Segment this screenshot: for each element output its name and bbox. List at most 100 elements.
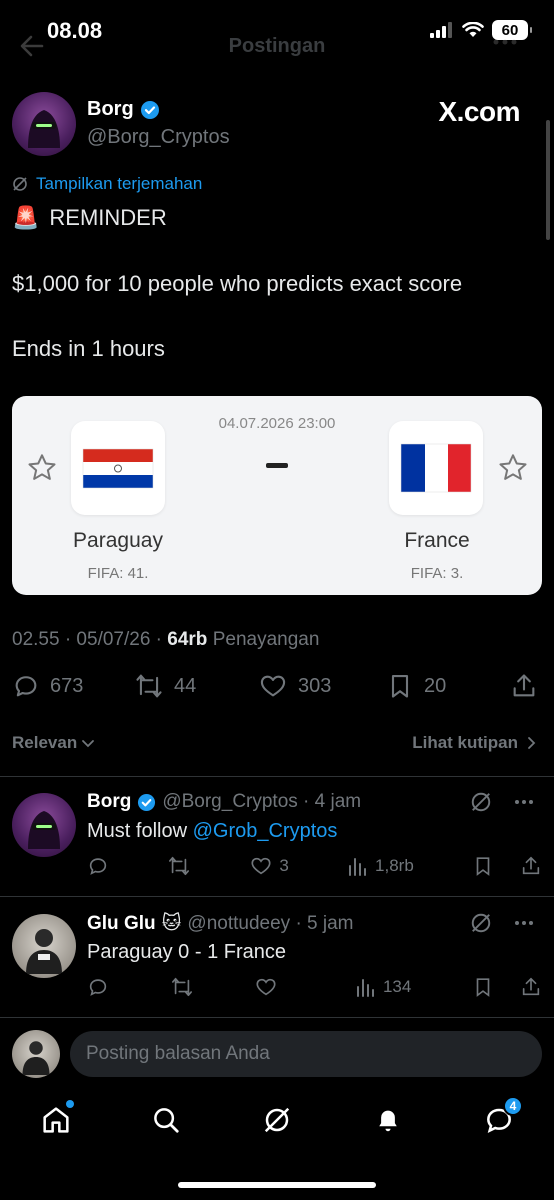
like-button[interactable]: 303 [258, 672, 331, 700]
reply-right-actions [472, 976, 542, 998]
author-name[interactable]: Borg [87, 98, 160, 121]
cat-emoji: 🐱 [161, 913, 182, 934]
bookmark-icon [391, 675, 409, 698]
author-avatar[interactable] [12, 92, 76, 156]
reply-header[interactable]: Glu Glu 🐱 @nottudeey · 5 jam [87, 912, 354, 935]
repost-icon [169, 856, 190, 876]
tab-messages[interactable]: 4 [481, 1096, 523, 1138]
reply-views[interactable]: 1,8rb [347, 855, 414, 877]
reply-input[interactable] [70, 1031, 542, 1077]
divider [0, 776, 554, 777]
more-options-icon[interactable] [514, 791, 534, 813]
reply-handle-time: @nottudeey · 5 jam [187, 912, 354, 934]
post-text-line-3: Ends in 1 hours [12, 336, 165, 361]
repost-button[interactable]: 44 [134, 672, 196, 700]
sort-label: Relevan [12, 733, 78, 752]
reply-icon [89, 858, 107, 875]
grok-icon[interactable] [470, 912, 492, 934]
away-team-flag[interactable] [389, 421, 483, 515]
reply-avatar[interactable] [12, 914, 76, 978]
repost-icon [136, 674, 162, 698]
search-icon [154, 1108, 179, 1133]
share-icon[interactable] [520, 976, 542, 998]
divider [0, 1017, 554, 1018]
grok-icon[interactable] [470, 791, 492, 813]
reply-top-icons [470, 791, 534, 813]
bookmark-icon[interactable] [472, 976, 494, 998]
post-reminder-text: REMINDER [49, 205, 167, 230]
tab-notifications[interactable] [370, 1102, 406, 1138]
heart-icon [256, 978, 276, 996]
siren-emoji: 🚨 [12, 205, 40, 230]
more-options-icon[interactable] [492, 38, 518, 46]
sort-dropdown[interactable]: Relevan [12, 733, 95, 753]
current-user-avatar[interactable] [12, 1030, 60, 1078]
post-meta: 02.55 · 05/07/26 · 64rb Penayangan [12, 629, 319, 651]
reply-avatar[interactable] [12, 793, 76, 857]
reply-views[interactable]: 134 [355, 976, 411, 998]
reply-like-count: 3 [279, 856, 289, 875]
scrollbar[interactable] [546, 120, 550, 240]
reply-author-name: Glu Glu [87, 912, 156, 934]
grok-icon [13, 177, 27, 191]
view-count: 64rb [167, 629, 208, 650]
home-team-fifa-rank: FIFA: 41. [87, 565, 149, 582]
reply-actions: 134 [87, 976, 542, 998]
reply-reply-button[interactable] [87, 976, 109, 998]
page-title: Postingan [228, 35, 326, 57]
reply-like-button[interactable] [254, 976, 294, 998]
bell-icon [379, 1110, 397, 1132]
share-button[interactable] [510, 672, 538, 700]
bookmark-button[interactable]: 20 [386, 672, 446, 700]
reply-button[interactable]: 673 [12, 672, 83, 700]
reply-icon [89, 979, 107, 996]
reply-actions: 3 1,8rb [87, 855, 542, 877]
translate-link[interactable]: Tampilkan terjemahan [12, 174, 202, 194]
tab-grok[interactable] [259, 1102, 295, 1138]
tab-home[interactable] [38, 1100, 74, 1138]
translate-label: Tampilkan terjemahan [36, 174, 203, 193]
france-flag-icon [400, 443, 472, 493]
reply-body: Must follow @Grob_Cryptos [87, 820, 337, 843]
away-team-name: France [404, 529, 470, 552]
more-options-icon[interactable] [514, 912, 534, 934]
verified-badge-icon [138, 793, 156, 811]
bookmark-count: 20 [424, 674, 447, 697]
views-chart-icon [356, 979, 374, 997]
reply-icon [15, 676, 37, 697]
grok-icon [264, 1107, 290, 1133]
tab-search[interactable] [148, 1102, 184, 1138]
home-team-flag[interactable] [71, 421, 165, 515]
reply-like-button[interactable]: 3 [249, 855, 289, 877]
share-icon[interactable] [520, 855, 542, 877]
score-separator [266, 463, 288, 468]
home-indicator[interactable] [178, 1182, 376, 1188]
reply-body-text: Must follow [87, 820, 193, 842]
reply-view-count: 134 [382, 977, 412, 996]
reply-count: 673 [50, 674, 84, 697]
match-card[interactable]: 04.07.2026 23:00 Paraguay France FIFA: 4… [12, 396, 542, 595]
post-text-line-1: 🚨 REMINDER [12, 205, 167, 231]
paraguay-flag-icon [82, 448, 154, 489]
divider [0, 896, 554, 897]
reply-view-count: 1,8rb [375, 856, 414, 875]
mention-link[interactable]: @Grob_Cryptos [193, 820, 338, 842]
home-icon [43, 1107, 69, 1133]
home-notification-dot [66, 1100, 74, 1108]
bookmark-icon[interactable] [472, 855, 494, 877]
repost-icon [171, 977, 192, 997]
view-quotes-link[interactable]: Lihat kutipan [412, 733, 538, 753]
reply-handle-time: @Borg_Cryptos · 4 jam [162, 791, 362, 812]
reply-reply-button[interactable] [87, 855, 109, 877]
away-team-fifa-rank: FIFA: 3. [410, 565, 464, 582]
reply-top-icons [470, 912, 534, 934]
reply-repost-button[interactable] [170, 976, 194, 998]
reply-repost-button[interactable] [167, 855, 191, 877]
author-handle[interactable]: @Borg_Cryptos [87, 126, 230, 149]
favorite-away-star-icon[interactable] [497, 452, 529, 484]
reply-right-actions [472, 855, 542, 877]
reply-header[interactable]: Borg @Borg_Cryptos · 4 jam [87, 791, 361, 813]
views-chart-icon [349, 858, 367, 876]
favorite-home-star-icon[interactable] [26, 452, 58, 484]
heart-icon [251, 857, 271, 875]
